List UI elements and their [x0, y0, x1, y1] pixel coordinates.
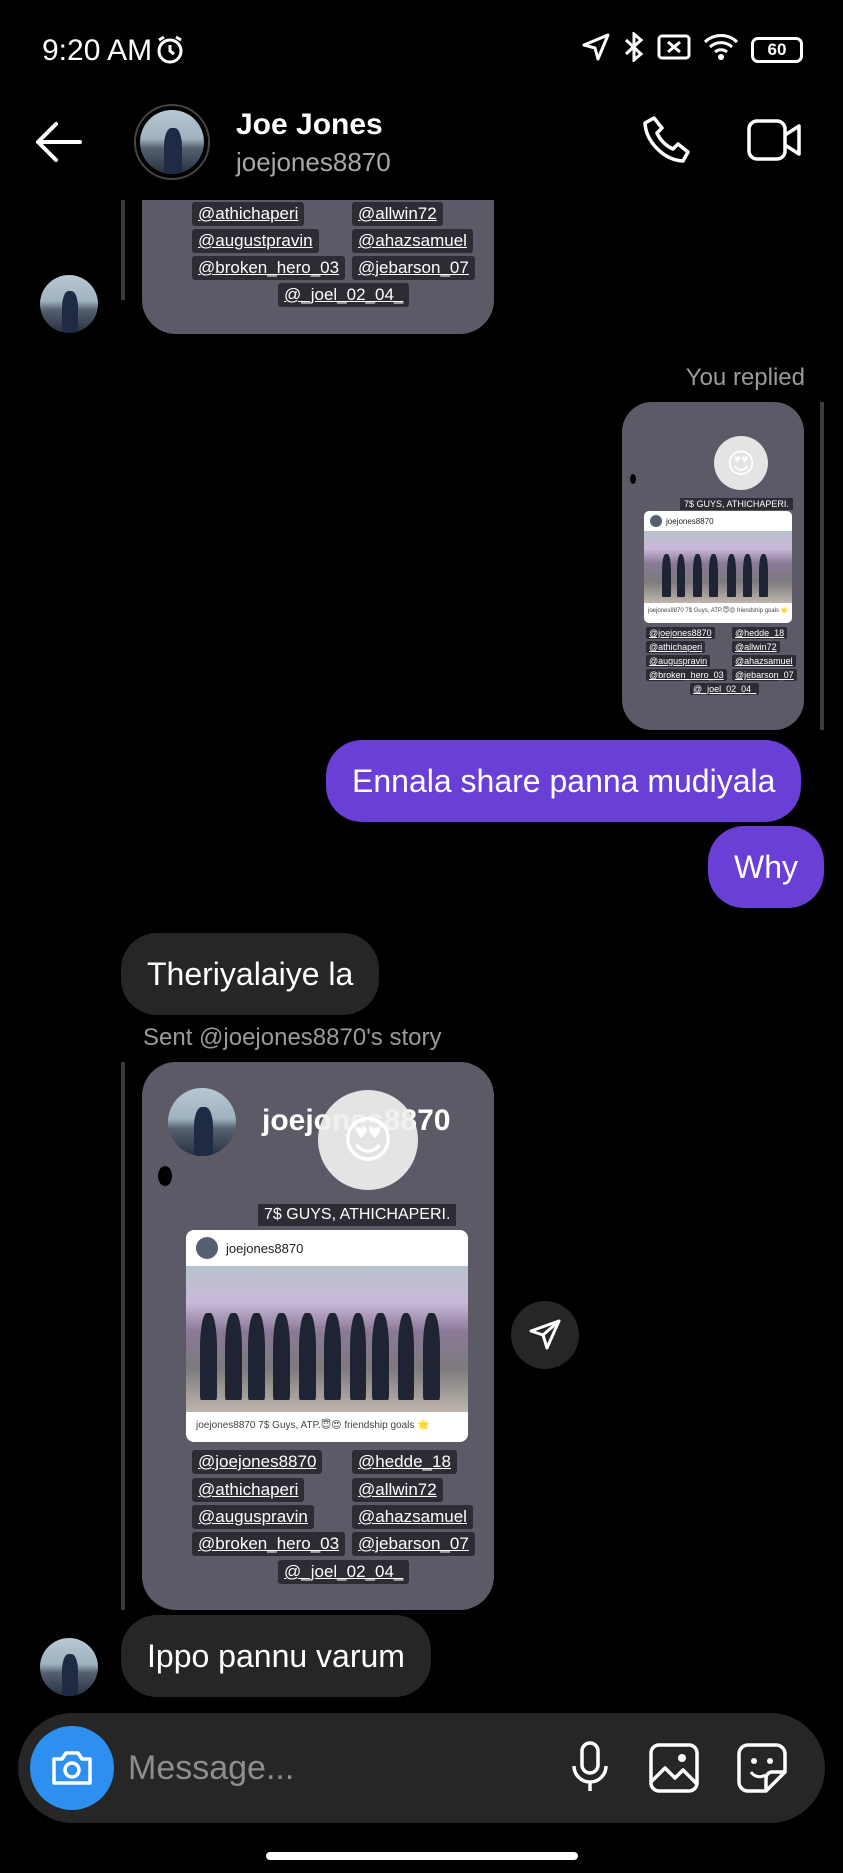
mention-tag[interactable]: @jebarson_07 [352, 1532, 475, 1556]
reply-bar [121, 1062, 125, 1610]
post-user: joejones8870 [666, 516, 714, 526]
share-button[interactable] [511, 1301, 579, 1369]
status-time: 9:20 AM [42, 34, 153, 67]
send-icon [529, 1319, 561, 1350]
phone-icon [643, 116, 690, 163]
message-outgoing[interactable]: Ennala share panna mudiyala [326, 740, 802, 822]
story-caption: 7$ GUYS, ATHICHAPERI. [680, 498, 793, 510]
contact-name[interactable]: Joe Jones [236, 108, 383, 142]
status-icons: 60 [581, 30, 803, 67]
post-user: joejones8870 [226, 1240, 304, 1256]
back-arrow-icon [36, 122, 82, 162]
profile-avatar[interactable] [134, 104, 210, 180]
video-camera-icon [747, 119, 801, 161]
message-incoming[interactable]: Ippo pannu varum [121, 1615, 431, 1697]
mention-tag[interactable]: @auguspravin [192, 1505, 314, 1529]
back-button[interactable] [32, 118, 84, 171]
mention-tag[interactable]: @athichaperi [192, 1478, 305, 1502]
battery-indicator: 60 [751, 36, 803, 63]
mention-tag[interactable]: @athichaperi [192, 202, 305, 226]
message-outgoing[interactable]: Why [708, 826, 824, 908]
gallery-button[interactable] [648, 1742, 700, 1799]
replied-story-thumbnail[interactable]: 😍 7$ GUYS, ATHICHAPERI. joejones8870 joe… [622, 402, 804, 730]
location-icon [581, 32, 611, 67]
shared-story-card[interactable]: joejones8870 😍 7$ GUYS, ATHICHAPERI. joe… [142, 1062, 494, 1610]
reaction-emoji: 😍 [318, 1090, 418, 1190]
sent-story-label: Sent @joejones8870's story [143, 1024, 442, 1051]
post-preview: joejones8870 joejones8870 7$ Guys, ATP.😇… [644, 511, 792, 623]
home-indicator[interactable] [266, 1852, 578, 1860]
mention-tag[interactable]: @ahazsamuel [352, 229, 473, 253]
mention-tag[interactable]: @jebarson_07 [732, 669, 797, 681]
image-icon [649, 1743, 699, 1793]
alarm-icon [154, 34, 186, 71]
post-caption: joejones8870 7$ Guys, ATP.😇😍 friendship … [196, 1420, 430, 1431]
mention-tag[interactable]: @_joel_02_04_ [278, 283, 410, 307]
mention-tag[interactable]: @ahazsamuel [352, 1505, 473, 1529]
mention-tag[interactable]: @broken_hero_03 [192, 1532, 346, 1556]
you-replied-label: You replied [685, 364, 805, 391]
mention-tag[interactable]: @athichaperi [646, 641, 706, 653]
voice-call-button[interactable] [640, 114, 692, 171]
mention-tag[interactable]: @ahazsamuel [732, 655, 796, 667]
mention-tag[interactable]: @_joel_02_04_ [278, 1560, 410, 1584]
mention-tag[interactable]: @hedde_18 [352, 1450, 457, 1474]
message-input[interactable] [128, 1740, 548, 1796]
post-preview: joejones8870 joejones8870 7$ Guys, ATP.😇… [186, 1230, 468, 1442]
story-caption: 7$ GUYS, ATHICHAPERI. [258, 1204, 457, 1226]
sticker-icon [737, 1743, 787, 1793]
wifi-icon [703, 33, 739, 66]
story-dot [630, 474, 636, 484]
mention-tag[interactable]: @broken_hero_03 [192, 256, 346, 280]
mention-tag[interactable]: @allwin72 [732, 641, 780, 653]
reaction-emoji: 😍 [714, 436, 768, 490]
microphone-button[interactable] [568, 1740, 612, 1799]
sticker-button[interactable] [736, 1742, 788, 1799]
sender-avatar[interactable] [40, 1638, 98, 1696]
camera-button[interactable] [30, 1726, 114, 1810]
mention-tag[interactable]: @broken_hero_03 [646, 669, 727, 681]
post-caption: joejones8870 7$ Guys, ATP.😇😍 friendship … [648, 608, 789, 614]
mention-tag[interactable]: @auguspravin [646, 655, 711, 667]
mention-tag[interactable]: @jebarson_07 [352, 256, 475, 280]
contact-username[interactable]: joejones8870 [236, 147, 391, 178]
bluetooth-icon [623, 30, 645, 67]
no-sim-icon [657, 33, 691, 66]
reply-bar [121, 200, 125, 300]
mention-tag[interactable]: @allwin72 [352, 202, 443, 226]
mention-tag[interactable]: @hedde_18 [732, 627, 788, 639]
sender-avatar[interactable] [40, 275, 98, 333]
message-incoming[interactable]: Theriyalaiye la [121, 933, 380, 1015]
mention-tag[interactable]: @joejones8870 [646, 627, 715, 639]
microphone-icon [572, 1741, 608, 1791]
story-dot [158, 1166, 172, 1186]
video-call-button[interactable] [746, 116, 802, 169]
mention-tag[interactable]: @augustpravin [192, 229, 319, 253]
story-avatar [168, 1088, 236, 1156]
mention-tag[interactable]: @allwin72 [352, 1478, 443, 1502]
reply-bar [820, 402, 824, 730]
mention-tag[interactable]: @_joel_02_04_ [690, 683, 760, 695]
chat-header [0, 96, 843, 200]
camera-icon [52, 1751, 92, 1785]
mention-tag[interactable]: @joejones8870 [192, 1450, 323, 1474]
